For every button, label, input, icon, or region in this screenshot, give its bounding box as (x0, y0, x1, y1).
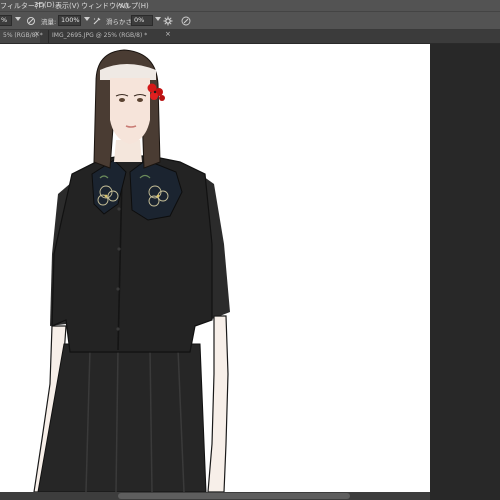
opacity-field[interactable]: % (0, 15, 12, 26)
chevron-down-icon[interactable] (15, 17, 21, 21)
workspace-background (430, 44, 500, 500)
tab-label: IMG_2695.JPG @ 25% (RGB/8) * (52, 32, 148, 39)
document-tab-bar: 5% (RGB/8) * × IMG_2695.JPG @ 25% (RGB/8… (0, 30, 500, 44)
pressure-icon[interactable] (26, 16, 36, 26)
gear-icon[interactable] (163, 16, 173, 26)
menu-help[interactable]: ヘルプ(H) (117, 1, 149, 11)
menu-bar: フィルター(T) 3D(D) 表示(V) ウィンドウ(W) ヘルプ(H) (0, 0, 500, 11)
menu-view[interactable]: 表示(V) (55, 1, 79, 11)
brush-icon[interactable] (181, 16, 191, 26)
tab-document-2[interactable]: IMG_2695.JPG @ 25% (RGB/8) * (48, 30, 210, 43)
options-bar: % 流量: 100% 滑らかさ: 0% (0, 11, 500, 30)
flow-label: 流量: (41, 18, 57, 26)
menu-3d[interactable]: 3D(D) (34, 1, 55, 9)
smoothing-label: 滑らかさ: (106, 18, 135, 26)
close-icon[interactable]: × (165, 30, 171, 38)
document-canvas[interactable] (0, 44, 430, 492)
close-icon[interactable]: × (34, 30, 40, 38)
chevron-down-icon[interactable] (155, 17, 161, 21)
chevron-down-icon[interactable] (84, 17, 90, 21)
horizontal-scrollbar[interactable] (0, 492, 430, 500)
flow-field[interactable]: 100% (58, 15, 81, 26)
airbrush-icon[interactable] (92, 16, 102, 26)
fashion-illustration (33, 49, 230, 492)
smoothing-field[interactable]: 0% (131, 15, 153, 26)
scrollbar-thumb[interactable] (118, 493, 350, 499)
